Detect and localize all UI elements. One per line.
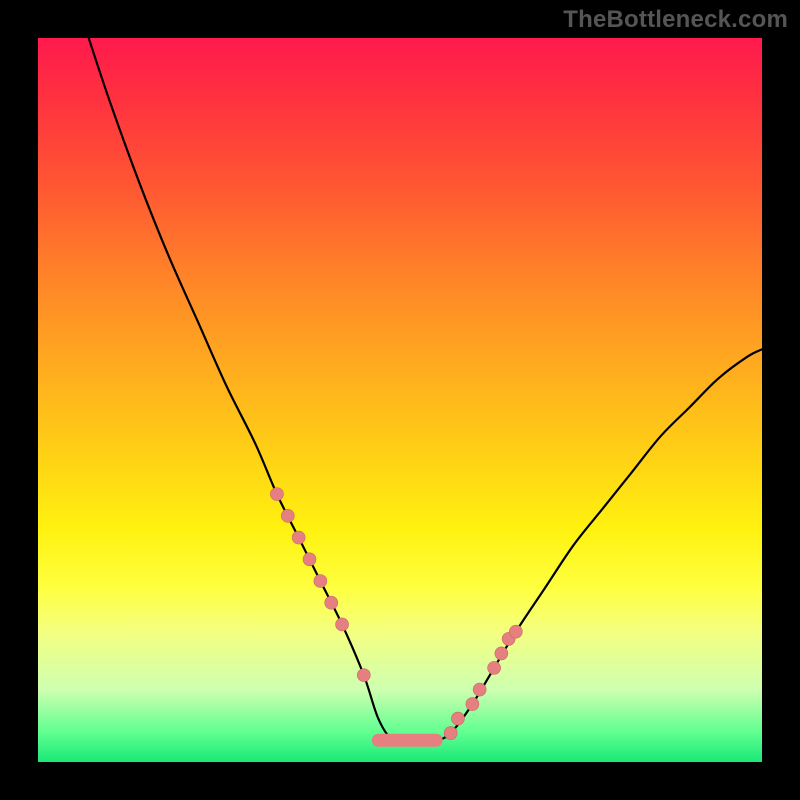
data-marker — [314, 575, 327, 588]
data-marker — [303, 553, 316, 566]
chart-container: TheBottleneck.com — [0, 0, 800, 800]
data-marker — [281, 509, 294, 522]
data-marker — [292, 531, 305, 544]
data-marker — [495, 647, 508, 660]
bottleneck-curve — [89, 38, 762, 742]
watermark-text: TheBottleneck.com — [563, 6, 788, 34]
data-marker — [336, 618, 349, 631]
data-marker — [466, 698, 479, 711]
marker-group — [270, 488, 522, 741]
data-marker — [488, 661, 501, 674]
chart-svg — [38, 38, 762, 762]
curve-group — [89, 38, 762, 742]
data-marker — [473, 683, 486, 696]
data-marker — [325, 596, 338, 609]
data-marker — [451, 712, 464, 725]
data-marker — [270, 488, 283, 501]
data-marker — [509, 625, 522, 638]
data-marker — [357, 669, 370, 682]
plot-area — [38, 38, 762, 762]
data-marker — [444, 727, 457, 740]
